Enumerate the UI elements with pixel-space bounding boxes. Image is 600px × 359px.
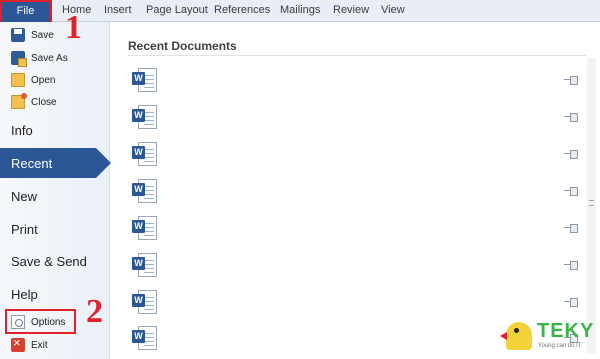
teky-logo: TEKY Young can do IT bbox=[500, 316, 596, 356]
recent-documents-title: Recent Documents bbox=[128, 39, 237, 53]
tab-page-layout[interactable]: Page Layout bbox=[146, 4, 208, 16]
ribbon-tab-bar: File Home Insert Page Layout References … bbox=[0, 0, 600, 24]
tab-insert[interactable]: Insert bbox=[104, 4, 132, 16]
recent-document-item[interactable]: W bbox=[131, 288, 581, 318]
section-help[interactable]: Help bbox=[11, 287, 38, 302]
open-label: Open bbox=[31, 74, 56, 86]
word-badge: W bbox=[132, 109, 145, 122]
logo-brand: TEKY bbox=[537, 320, 595, 342]
tab-review[interactable]: Review bbox=[333, 4, 369, 16]
word-document-icon: W bbox=[131, 251, 159, 279]
close-label: Close bbox=[31, 96, 57, 108]
scrollbar-grip[interactable] bbox=[589, 200, 594, 206]
word-badge: W bbox=[132, 183, 145, 196]
selection-arrow bbox=[96, 148, 111, 178]
open-command[interactable]: Open bbox=[11, 71, 55, 89]
pin-icon[interactable] bbox=[564, 261, 578, 270]
pin-icon[interactable] bbox=[564, 76, 578, 85]
open-folder-icon bbox=[11, 73, 25, 87]
section-print[interactable]: Print bbox=[11, 222, 38, 237]
section-save-send[interactable]: Save & Send bbox=[11, 254, 87, 269]
word-badge: W bbox=[132, 294, 145, 307]
recent-document-item[interactable]: W bbox=[131, 140, 581, 170]
bird-mascot-icon bbox=[500, 322, 532, 350]
word-document-icon: W bbox=[131, 324, 159, 352]
recent-document-item[interactable]: W bbox=[131, 66, 581, 96]
recent-document-item[interactable]: W bbox=[131, 177, 581, 207]
word-badge: W bbox=[132, 330, 145, 343]
section-new[interactable]: New bbox=[11, 189, 37, 204]
word-document-icon: W bbox=[131, 288, 159, 316]
save-command[interactable]: Save bbox=[11, 26, 54, 44]
word-badge: W bbox=[132, 220, 145, 233]
step-number-2: 2 bbox=[86, 293, 103, 330]
word-badge: W bbox=[132, 146, 145, 159]
title-divider bbox=[128, 55, 586, 56]
save-as-label: Save As bbox=[31, 52, 68, 64]
word-document-icon: W bbox=[131, 66, 159, 94]
pin-icon[interactable] bbox=[564, 187, 578, 196]
save-label: Save bbox=[31, 29, 54, 41]
word-document-icon: W bbox=[131, 177, 159, 205]
tab-references[interactable]: References bbox=[214, 4, 270, 16]
save-as-command[interactable]: Save As bbox=[11, 49, 68, 67]
exit-icon bbox=[11, 335, 25, 352]
pin-icon[interactable] bbox=[564, 224, 578, 233]
word-document-icon: W bbox=[131, 214, 159, 242]
close-folder-icon bbox=[11, 93, 27, 109]
word-document-icon: W bbox=[131, 103, 159, 131]
tab-mailings[interactable]: Mailings bbox=[280, 4, 320, 16]
save-icon bbox=[11, 28, 25, 42]
file-tab-highlight bbox=[0, 0, 52, 24]
step-number-1: 1 bbox=[65, 9, 82, 46]
section-recent-label: Recent bbox=[11, 156, 53, 171]
pin-icon[interactable] bbox=[564, 113, 578, 122]
recent-documents-pane: Recent Documents W W W W W W W W bbox=[111, 22, 600, 359]
recent-document-item[interactable]: W bbox=[131, 214, 581, 244]
pin-icon[interactable] bbox=[564, 298, 578, 307]
close-command[interactable]: Close bbox=[11, 93, 57, 111]
exit-label: Exit bbox=[31, 339, 48, 351]
recent-document-item[interactable]: W bbox=[131, 103, 581, 133]
section-info[interactable]: Info bbox=[11, 123, 33, 138]
word-document-icon: W bbox=[131, 140, 159, 168]
tab-view[interactable]: View bbox=[381, 4, 405, 16]
word-badge: W bbox=[132, 72, 145, 85]
recent-document-item[interactable]: W bbox=[131, 251, 581, 281]
exit-command[interactable]: Exit bbox=[11, 335, 48, 354]
pin-icon[interactable] bbox=[564, 150, 578, 159]
options-highlight bbox=[5, 309, 76, 334]
logo-tagline: Young can do IT bbox=[538, 343, 582, 349]
save-as-icon bbox=[11, 51, 27, 67]
word-badge: W bbox=[132, 257, 145, 270]
